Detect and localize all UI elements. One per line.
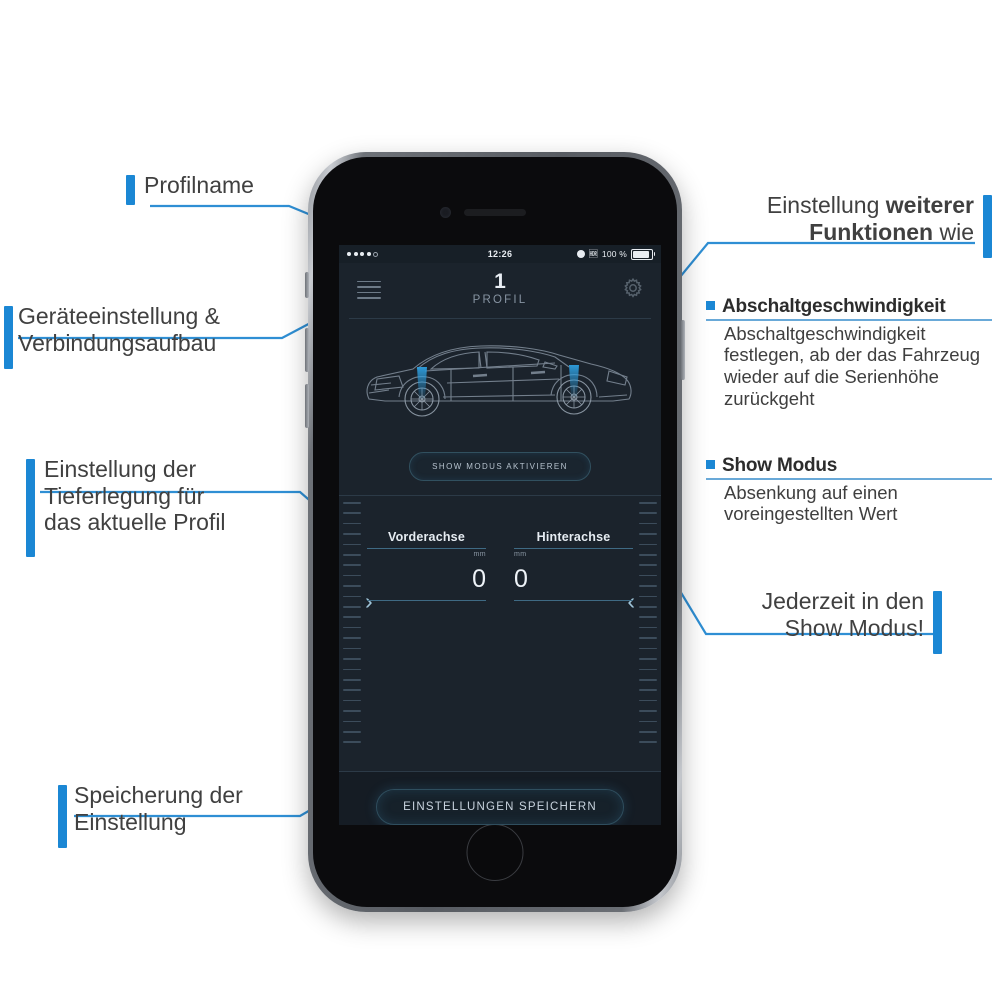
info-heading-2: Show Modus [706, 455, 992, 477]
more-functions-line1-bold: weiterer [885, 192, 974, 218]
annotation-device-setting: Geräteeinstellung & Verbindungsaufbau [4, 303, 221, 369]
bullet-square-icon [706, 301, 715, 310]
annotation-more-functions-line1: Einstellung weiterer [706, 192, 974, 219]
front-axle-rule-bottom [367, 600, 486, 601]
annotation-anytime-line1: Jederzeit in den [761, 588, 924, 614]
annotation-profile-name-text: Profilname [144, 172, 254, 198]
status-bar-right: 🆧 100 % [576, 248, 655, 260]
annotation-saving-line1: Speicherung der [74, 782, 243, 808]
rear-axle-rule-bottom [514, 600, 633, 601]
info-item-show-modus: Show Modus Absenkung auf einen voreinges… [706, 455, 992, 525]
annotation-lowering-line1: Einstellung der [44, 456, 197, 482]
home-button[interactable] [466, 824, 524, 881]
car-illustration [339, 319, 661, 437]
info-underline-2 [706, 478, 992, 480]
rear-axle-title: Hinterachse [536, 530, 611, 544]
phone-device: 12:26 🆧 100 % 1 PROFIL SHOW MODUS AKTIVI… [305, 152, 685, 912]
lock-icon [576, 250, 585, 258]
ruler-ticks-left [343, 502, 365, 743]
phone-volume-up-button[interactable] [305, 328, 309, 372]
status-bar: 12:26 🆧 100 % [339, 245, 661, 263]
rear-axle-value[interactable]: 0 [514, 565, 528, 594]
front-axle-value-row: 0 [367, 558, 486, 600]
bullet-square-icon [706, 460, 715, 469]
save-settings-button[interactable]: EINSTELLUNGEN SPEICHERN [376, 789, 624, 825]
phone-power-button[interactable] [681, 320, 685, 380]
accent-bar [126, 175, 135, 205]
phone-body: 12:26 🆧 100 % 1 PROFIL SHOW MODUS AKTIVI… [313, 157, 677, 907]
more-functions-line2-normal: wie [933, 218, 974, 245]
annotation-more-functions: Einstellung weiterer Funktionen wie [706, 192, 992, 258]
annotation-profile-name: Profilname [126, 172, 254, 205]
info-heading-2-text: Show Modus [722, 455, 838, 476]
show-mode-activate-button[interactable]: SHOW MODUS AKTIVIEREN [409, 451, 591, 481]
profile-number: 1 [494, 270, 506, 293]
phone-silent-switch[interactable] [305, 272, 309, 298]
accent-bar [933, 591, 942, 654]
axis-columns: Vorderachse mm 0 Hinterachse mm 0 [367, 530, 633, 601]
more-functions-line2-bold: Funktionen [809, 218, 934, 245]
annotation-saving-line2: Einstellung [74, 808, 187, 835]
front-axle-unit: mm [473, 551, 486, 558]
phone-volume-down-button[interactable] [305, 384, 309, 428]
show-mode-row: SHOW MODUS AKTIVIEREN [339, 437, 661, 495]
front-axle-column: Vorderachse mm 0 [367, 530, 500, 601]
front-camera-icon [440, 207, 451, 218]
front-axle-title: Vorderachse [387, 530, 465, 544]
annotation-lowering-line2: Tieferlegung für [44, 482, 205, 509]
phone-screen: 12:26 🆧 100 % 1 PROFIL SHOW MODUS AKTIVI… [339, 245, 661, 825]
battery-full-icon [631, 248, 655, 260]
profile-label: PROFIL [472, 294, 528, 306]
front-axle-value[interactable]: 0 [472, 565, 486, 594]
battery-percent-label: 100 % [601, 249, 627, 259]
annotation-lowering: Einstellung der Tieferlegung für das akt… [26, 456, 226, 557]
info-body-1: Abschaltgeschwindigkeit festlegen, ab de… [724, 322, 981, 409]
rear-axle-value-row: 0 [514, 558, 633, 600]
annotation-anytime-line2: Show Modus! [784, 614, 924, 641]
gear-icon[interactable] [621, 276, 645, 300]
annotation-device-setting-line1: Geräteeinstellung & [18, 303, 221, 329]
rear-axle-column: Hinterachse mm 0 [500, 530, 633, 601]
info-underline-1 [706, 319, 992, 321]
info-item-abschaltgeschwindigkeit: Abschaltgeschwindigkeit Abschaltgeschwin… [706, 296, 992, 409]
info-body-2: Absenkung auf einen voreingestellten Wer… [724, 481, 898, 525]
profile-display: 1 PROFIL [339, 271, 661, 306]
app-header: 1 PROFIL [339, 263, 661, 319]
accent-bar [4, 306, 13, 369]
accent-bar [983, 195, 992, 258]
rear-axle-unit: mm [514, 551, 527, 558]
axis-adjust-panel: › ‹ Vorderachse mm 0 Hinterachse mm 0 [339, 496, 661, 771]
accent-bar [26, 459, 35, 557]
save-divider [339, 771, 661, 772]
page-root: 12:26 🆧 100 % 1 PROFIL SHOW MODUS AKTIVI… [0, 0, 1000, 1000]
more-functions-line1-normal: Einstellung [766, 192, 886, 218]
accent-bar [58, 785, 67, 848]
annotation-more-functions-line2: Funktionen wie [706, 219, 974, 246]
info-heading-1-text: Abschaltgeschwindigkeit [722, 296, 946, 317]
ruler-ticks-right [635, 502, 657, 743]
earpiece-speaker [464, 209, 526, 216]
front-axle-rule-top [367, 548, 486, 549]
annotation-lowering-line3: das aktuelle Profil [44, 509, 226, 536]
info-heading-1: Abschaltgeschwindigkeit [706, 296, 992, 318]
bluetooth-icon: 🆧 [588, 248, 598, 259]
save-area: EINSTELLUNGEN SPEICHERN [339, 771, 661, 825]
annotation-device-setting-line2: Verbindungsaufbau [18, 329, 217, 356]
car-wireframe-icon [366, 345, 632, 417]
annotation-saving: Speicherung der Einstellung [58, 782, 243, 848]
annotation-anytime-show-mode: Jederzeit in den Show Modus! [706, 588, 942, 654]
rear-axle-rule-top [514, 548, 633, 549]
